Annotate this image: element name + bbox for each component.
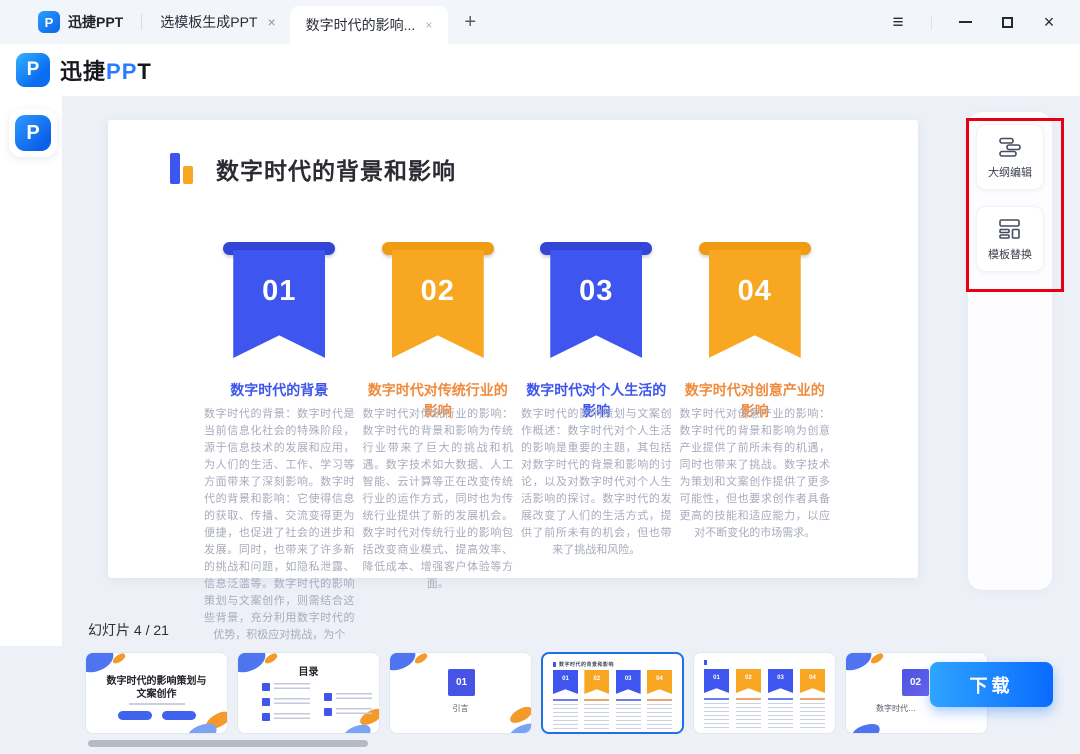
divider <box>931 15 932 30</box>
tab-label: 选模板生成PPT <box>160 12 257 32</box>
banner-number: 04 <box>709 250 801 358</box>
mini-banner: 01 <box>704 669 729 693</box>
tool-label: 模板替换 <box>988 246 1032 262</box>
horizontal-scrollbar-thumb[interactable] <box>88 740 368 747</box>
divider <box>141 14 142 30</box>
template-swap-icon <box>998 219 1022 239</box>
slide-counter: 幻灯片 4 / 21 <box>88 620 169 640</box>
thumbnail-slide-3[interactable]: 01 引言 <box>389 652 532 734</box>
column-body: 数字时代对创意产业的影响：数字时代的背景和影响为创意产业提供了前所未有的机遇，同… <box>680 406 831 542</box>
thumb-toc-title: 目录 <box>238 663 379 678</box>
bar-chart-bullet-icon <box>170 153 196 185</box>
mini-banner: 04 <box>647 670 672 694</box>
column-body: 数字时代的影响策划与文案创作概述：数字时代对个人生活的影响是重要的主题，其包括对… <box>521 406 672 559</box>
maximize-button[interactable] <box>998 13 1016 31</box>
slide-title: 数字时代的背景和影响 <box>216 152 456 186</box>
ribbon-banner-02: 02 <box>382 242 494 364</box>
ribbon-banner-03: 03 <box>540 242 652 364</box>
thumb-section-number: 01 <box>448 669 475 696</box>
thumb-title: 数字时代的影响策划与文案创作 <box>104 675 209 701</box>
mini-banner: 01 <box>553 670 578 694</box>
brand-header: 迅捷PPT <box>0 44 1080 96</box>
floating-app-shortcut[interactable]: P <box>9 109 57 157</box>
slide-column-2: 02 数字时代对传统行业的影响 数字时代对传统行业的影响：数字时代的背景和影响为… <box>363 242 514 644</box>
column-heading: 数字时代的背景 <box>204 380 355 401</box>
tab-template-generate[interactable]: 选模板生成PPT × <box>146 0 289 44</box>
tab-close-icon[interactable]: × <box>267 14 275 30</box>
outline-edit-button[interactable]: 大纲编辑 <box>976 124 1044 190</box>
tool-label: 大纲编辑 <box>988 164 1032 180</box>
ribbon-banner-01: 01 <box>223 242 335 364</box>
app-label: 迅捷PPT <box>68 12 123 32</box>
column-heading: 数字时代对传统行业的影响 <box>363 380 514 401</box>
mini-banner: 02 <box>584 670 609 694</box>
column-heading: 数字时代对创意产业的影响 <box>680 380 831 401</box>
thumb-section-caption: 数字时代… <box>876 703 916 714</box>
slide-content: 数字时代的背景和影响 01 数字时代的背景 数字时代的背景：数字时代是当前信息化… <box>108 120 918 644</box>
thumb-section-caption: 引言 <box>390 703 531 714</box>
download-button[interactable]: 下载 <box>930 662 1053 707</box>
mini-banner: 04 <box>800 669 825 693</box>
menu-icon[interactable]: ≡ <box>889 13 907 31</box>
minimize-button[interactable] <box>956 13 974 31</box>
banner-number: 03 <box>550 250 642 358</box>
app-logo-icon: P <box>15 115 51 151</box>
slide-column-3: 03 数字时代对个人生活的影响 数字时代的影响策划与文案创作概述：数字时代对个人… <box>521 242 672 644</box>
thumb-section-number: 02 <box>902 669 929 696</box>
banner-number: 01 <box>233 250 325 358</box>
left-sidebar <box>0 96 62 646</box>
ribbon-banner-04: 04 <box>699 242 811 364</box>
thumbnail-slide-4-selected[interactable]: 数字时代的背景和影响 01 02 03 04 <box>541 652 684 734</box>
tab-close-icon[interactable]: × <box>425 18 432 32</box>
thumbnail-strip: 数字时代的影响策划与文案创作 目录 <box>85 652 988 734</box>
banner-number: 02 <box>392 250 484 358</box>
mini-banner: 02 <box>736 669 761 693</box>
column-body: 数字时代的背景：数字时代是当前信息化社会的特殊阶段，源于信息技术的发展和应用，为… <box>204 406 355 644</box>
slide-column-1: 01 数字时代的背景 数字时代的背景：数字时代是当前信息化社会的特殊阶段，源于信… <box>204 242 355 644</box>
tab-digital-age[interactable]: 数字时代的影响... × <box>290 6 449 44</box>
column-heading: 数字时代对个人生活的影响 <box>521 380 672 401</box>
outline-edit-icon <box>998 137 1022 157</box>
thumbnail-slide-2[interactable]: 目录 <box>237 652 380 734</box>
brand-name: 迅捷PPT <box>60 54 152 86</box>
thumbnail-slide-5[interactable]: 01 02 03 04 <box>693 652 836 734</box>
right-tool-panel: 大纲编辑 模板替换 <box>968 112 1052 590</box>
slide-column-4: 04 数字时代对创意产业的影响 数字时代对创意产业的影响：数字时代的背景和影响为… <box>680 242 831 644</box>
mini-banner: 03 <box>616 670 641 694</box>
app-window: P 迅捷PPT 选模板生成PPT × 数字时代的影响... × + ≡ × 迅捷… <box>0 0 1080 754</box>
app-logo-icon: P <box>38 11 60 33</box>
template-swap-button[interactable]: 模板替换 <box>976 206 1044 272</box>
app-home-tab[interactable]: P 迅捷PPT <box>0 11 137 33</box>
titlebar: P 迅捷PPT 选模板生成PPT × 数字时代的影响... × + ≡ × <box>0 0 1080 44</box>
thumbnail-slide-1[interactable]: 数字时代的影响策划与文案创作 <box>85 652 228 734</box>
workspace: P 数字时代的背景和影响 01 数字时代的背景 数字时代的背景：数字时代是当前信… <box>0 96 1080 754</box>
tab-label: 数字时代的影响... <box>306 15 416 35</box>
close-button[interactable]: × <box>1040 13 1058 31</box>
column-body: 数字时代对传统行业的影响：数字时代的背景和影响为传统行业带来了巨大的挑战和机遇。… <box>363 406 514 593</box>
thumb-mini-title: 数字时代的背景和影响 <box>559 661 614 668</box>
brand-logo-icon <box>16 53 50 87</box>
mini-banner: 03 <box>768 669 793 693</box>
new-tab-button[interactable]: + <box>448 11 492 34</box>
